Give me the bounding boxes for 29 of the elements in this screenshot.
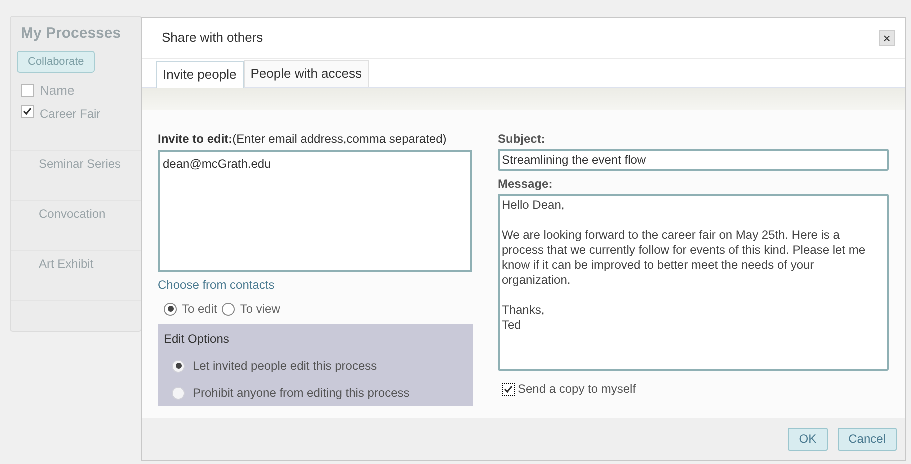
radio-button[interactable]: [172, 386, 185, 400]
message-field[interactable]: Hello Dean, We are looking forward to the career fair on May 25th. Here is a process that we currently follow for events of this kind. Please let me know if it can be improved to better meet the needs of your organization. Thanks, Ted: [498, 194, 889, 371]
subject-field[interactable]: Streamlining the event flow: [498, 149, 889, 171]
dialog-button[interactable]: Cancel: [838, 428, 897, 450]
email-field[interactable]: dean@mcGrath.edu: [158, 150, 472, 272]
contacts-link[interactable]: Choose from contacts: [158, 276, 473, 294]
invite-label: Invite to edit:(Enter email address,comma separated): [158, 131, 448, 148]
radio-label: Let invited people edit this process: [193, 358, 378, 375]
select-all-checkbox[interactable]: [21, 84, 34, 98]
close-button[interactable]: ×: [879, 30, 895, 46]
column-header: Name: [40, 82, 75, 100]
radio-label: Prohibit anyone from editing this process: [193, 385, 410, 402]
copy-checkbox[interactable]: [502, 382, 515, 396]
message-label: Message:: [498, 176, 554, 193]
radio-button[interactable]: [222, 302, 236, 316]
tab[interactable]: People with access: [244, 60, 370, 87]
subject-label: Subject:: [498, 131, 546, 148]
checkbox-label: Send a copy to myself: [518, 381, 636, 398]
tab[interactable]: Invite people: [156, 61, 244, 88]
radio-label: To edit: [182, 301, 218, 318]
row-checkbox[interactable]: [21, 104, 34, 118]
dialog-title: Share with others: [162, 29, 264, 48]
radio-button[interactable]: [172, 360, 185, 372]
radio-label: To view: [240, 301, 280, 318]
radio-button[interactable]: [164, 302, 177, 316]
dialog-button[interactable]: OK: [788, 428, 828, 450]
collaborate-button[interactable]: Collaborate: [17, 50, 96, 73]
sidebar-title: My Processes: [20, 24, 122, 44]
edit-options-title: Edit Options: [164, 331, 230, 348]
